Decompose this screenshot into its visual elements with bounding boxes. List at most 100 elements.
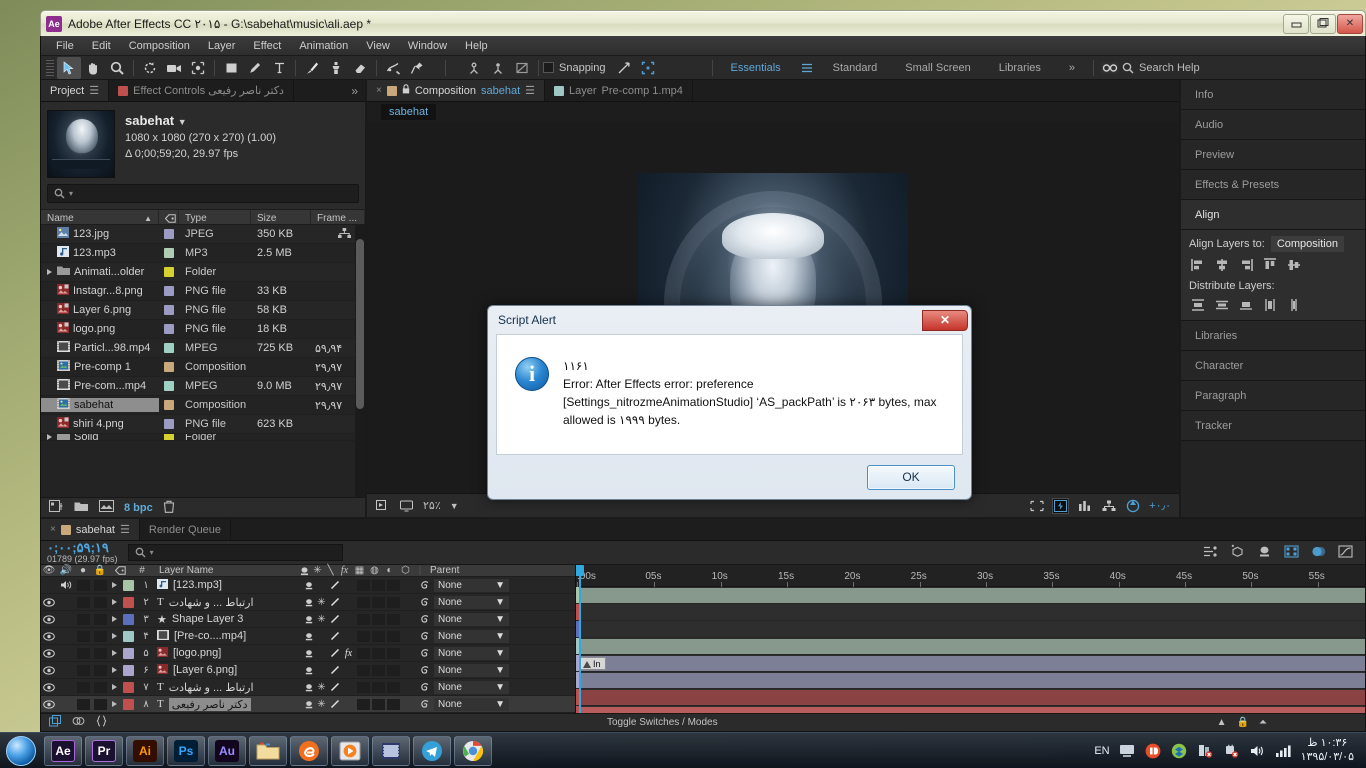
layer-disclosure-triangle-icon[interactable] [109,701,121,707]
layer-quality-switch[interactable] [328,682,341,692]
file-label-color[interactable] [159,362,179,372]
menu-file[interactable]: File [47,38,83,54]
workspace-standard[interactable]: Standard [819,59,892,77]
layer-adjustment-switch[interactable] [386,613,401,625]
menu-view[interactable]: View [357,38,399,54]
motion-blur-switch-column[interactable]: ◍ [367,565,382,576]
selection-tool-icon[interactable] [57,56,81,79]
eraser-tool-icon[interactable] [348,57,372,79]
layer-shy-switch[interactable] [302,598,315,607]
layer-collapse-switch[interactable]: ✳ [315,682,328,693]
three-d-switch-column[interactable]: ⬡ [397,565,414,576]
anchor-center-icon[interactable] [486,57,510,79]
solo-column-icon[interactable]: ● [75,565,91,576]
quality-switch-column[interactable]: ╲ [324,565,337,576]
layer-quality-switch[interactable] [328,631,341,641]
pen-tool-icon[interactable] [243,57,267,79]
timeline-graph-icon[interactable] [1077,499,1092,513]
layer-parent-pickwhip[interactable] [418,665,430,676]
layer-name-cell[interactable]: T دکتر ناصر رفیعی [157,697,302,711]
panel-menu-icon[interactable]: ☰ [525,84,535,97]
layer-duration-bar[interactable] [579,707,1365,713]
panel-header-preview[interactable]: Preview [1181,140,1365,170]
toggle-switches-modes-icon[interactable] [49,715,62,730]
file-label-color[interactable] [159,229,179,239]
layer-label-color[interactable] [121,579,135,591]
hide-shy-layers-icon[interactable] [1257,545,1272,561]
layer-shy-switch[interactable] [302,700,315,709]
layer-solo-toggle[interactable] [75,647,91,659]
reset-exposure-icon[interactable] [1125,499,1140,513]
brush-tool-icon[interactable] [300,57,324,79]
project-list-item[interactable]: Particl...98.mp4 MPEG 725 KB ۵۹٫۹۴ [41,339,365,358]
layer-parent-pickwhip[interactable] [418,597,430,608]
current-time-indicator-head[interactable] [576,565,584,576]
layer-parent-pickwhip[interactable] [418,580,430,591]
idm-icon[interactable] [1145,742,1162,759]
minimize-button[interactable] [1283,13,1309,34]
layer-adjustment-switch[interactable] [386,664,401,676]
snapping-checkbox[interactable] [543,62,554,73]
zoom-slider-icon[interactable]: ⏶ [1259,717,1267,728]
align-layers-to-select[interactable]: Composition [1270,236,1344,252]
menu-composition[interactable]: Composition [120,38,199,54]
language-indicator[interactable]: EN [1094,745,1109,757]
layer-video-toggle[interactable] [41,648,57,658]
panel-menu-icon[interactable]: ☰ [120,523,130,536]
window-close-button[interactable]: ✕ [1337,13,1363,34]
panel-header-tracker[interactable]: Tracker [1181,411,1365,441]
project-file-list[interactable]: 123.jpg JPEG 350 KB 123.mp3 MP3 2.5 MB Animati… [41,225,365,497]
layer-quality-switch[interactable] [328,580,341,590]
scrollbar-thumb[interactable] [356,239,364,409]
layer-row[interactable]: ۱ [123.mp3] None ▼ [41,577,575,594]
dropbox-icon[interactable] [1171,742,1188,759]
project-search-input[interactable]: ▾ [47,184,359,203]
project-list-item[interactable]: 123.jpg JPEG 350 KB [41,225,365,244]
layer-disclosure-triangle-icon[interactable] [109,667,121,673]
layer-video-toggle[interactable] [41,665,57,675]
layer-motion-blur-switch[interactable] [371,681,386,693]
layer-solo-toggle[interactable] [75,596,91,608]
layer-frame-blend-switch[interactable] [356,630,371,642]
layer-lock-toggle[interactable] [91,664,109,676]
no-snap-icon[interactable] [510,57,534,79]
layer-parent-select[interactable]: None ▼ [434,629,509,643]
layer-parent-select[interactable]: None ▼ [434,578,509,592]
file-name-cell[interactable]: Animati...older [41,265,159,279]
column-name[interactable]: Name ▲ [41,210,159,224]
tab-timeline-sabehat[interactable]: × sabehat ☰ [41,519,140,540]
column-frame-rate[interactable]: Frame ... [311,210,365,224]
layer-row[interactable]: ۴ [Pre-co....mp4] None ▼ [41,628,575,645]
in-point-badge[interactable]: In [580,657,606,670]
draft-3d-icon[interactable] [1230,544,1245,561]
align-button-4[interactable] [1287,258,1301,272]
panel-header-audio[interactable]: Audio [1181,110,1365,140]
layer-motion-blur-switch[interactable] [371,579,386,591]
layer-name-cell[interactable]: [logo.png] [157,646,302,660]
distribute-button-2[interactable] [1239,298,1253,312]
file-name-cell[interactable]: Pre-com...mp4 [41,379,159,393]
layer-solo-toggle[interactable] [75,664,91,676]
layer-name-column[interactable]: Layer Name [153,565,298,576]
file-label-color[interactable] [159,248,179,258]
layer-solo-toggle[interactable] [75,630,91,642]
workspace-overflow[interactable]: » [1055,59,1089,77]
frame-blend-switch-column[interactable]: ▦ [352,565,367,576]
layer-video-toggle[interactable] [41,631,57,641]
distribute-button-4[interactable] [1287,298,1301,312]
snap-arrow-icon[interactable] [612,57,636,79]
menu-effect[interactable]: Effect [244,38,290,54]
comp-flowchart-icon[interactable] [1101,499,1116,513]
signal-bars-icon[interactable] [1275,742,1292,759]
layer-disclosure-triangle-icon[interactable] [109,633,121,639]
layer-parent-pickwhip[interactable] [418,631,430,642]
file-name-cell[interactable]: logo.png [41,322,159,336]
layer-label-color[interactable] [121,613,135,625]
file-name-cell[interactable]: Pre-comp 1 [41,360,159,374]
panel-header-effects-presets[interactable]: Effects & Presets [1181,170,1365,200]
layer-label-color[interactable] [121,630,135,642]
panel-header-info[interactable]: Info [1181,80,1365,110]
layer-shy-switch[interactable] [302,581,315,590]
file-name-cell[interactable]: Instagr...8.png [41,284,159,298]
dialog-close-button[interactable]: ✕ [922,309,968,331]
